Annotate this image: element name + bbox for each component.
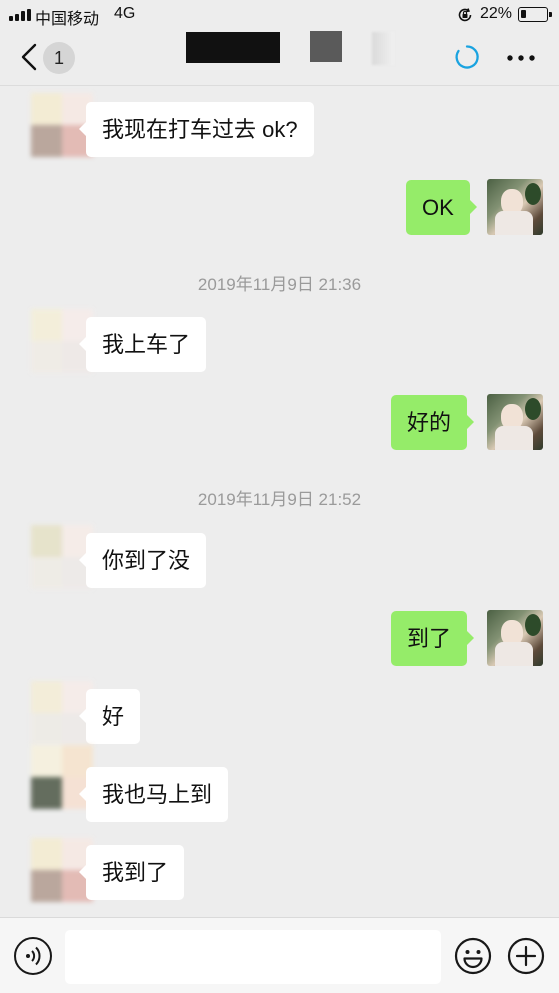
message-bubble-outgoing[interactable]: 到了 <box>391 611 475 666</box>
voice-icon[interactable] <box>14 937 52 975</box>
message-bubble-outgoing[interactable]: OK <box>406 180 477 235</box>
rotation-lock-icon <box>458 8 472 22</box>
message-input[interactable] <box>65 930 441 984</box>
message-bubble-incoming[interactable]: 我到了 <box>78 845 185 900</box>
message-text: 好 <box>102 704 125 729</box>
battery-icon <box>518 7 552 22</box>
input-toolbar <box>0 917 559 993</box>
message-text: 你到了没 <box>102 548 191 573</box>
network-type: 4G <box>114 5 136 22</box>
redacted-title-part <box>372 32 394 65</box>
message-text: 好的 <box>407 410 452 435</box>
message-list[interactable]: 我现在打车过去 ok? OK 2019年11月9日 21:36 我上车了 好的 … <box>0 87 559 917</box>
more-dots-icon[interactable] <box>504 48 538 68</box>
message-text: OK <box>422 195 454 220</box>
chat-header: 1 <box>0 30 559 86</box>
chevron-left-icon[interactable] <box>18 42 40 72</box>
status-bar: 中国移动 4G 22% <box>0 0 559 30</box>
message-text: 我现在打车过去 ok? <box>102 117 298 142</box>
message-bubble-incoming[interactable]: 好 <box>78 689 141 744</box>
message-text: 我上车了 <box>102 332 191 357</box>
my-avatar[interactable] <box>487 610 543 666</box>
message-bubble-incoming[interactable]: 我上车了 <box>78 317 207 372</box>
message-bubble-outgoing[interactable]: 好的 <box>391 395 475 450</box>
sync-circle-icon[interactable] <box>454 44 480 70</box>
carrier-name: 中国移动 <box>35 11 100 28</box>
battery-percent: 22% <box>480 5 513 22</box>
emoji-icon[interactable] <box>454 937 492 975</box>
message-text: 到了 <box>407 626 452 651</box>
message-bubble-incoming[interactable]: 我现在打车过去 ok? <box>79 102 314 157</box>
unread-count-badge[interactable]: 1 <box>43 42 75 74</box>
message-timestamp: 2019年11月9日 21:52 <box>197 490 362 509</box>
redacted-title <box>186 32 280 63</box>
message-bubble-incoming[interactable]: 我也马上到 <box>78 767 229 822</box>
message-timestamp: 2019年11月9日 21:36 <box>197 275 362 294</box>
my-avatar[interactable] <box>487 179 543 235</box>
message-text: 我也马上到 <box>102 782 213 807</box>
signal-icon <box>9 9 31 21</box>
redacted-title-part <box>310 31 342 62</box>
my-avatar[interactable] <box>487 394 543 450</box>
plus-icon[interactable] <box>507 937 545 975</box>
message-text: 我到了 <box>102 860 169 885</box>
message-bubble-incoming[interactable]: 你到了没 <box>78 533 207 588</box>
